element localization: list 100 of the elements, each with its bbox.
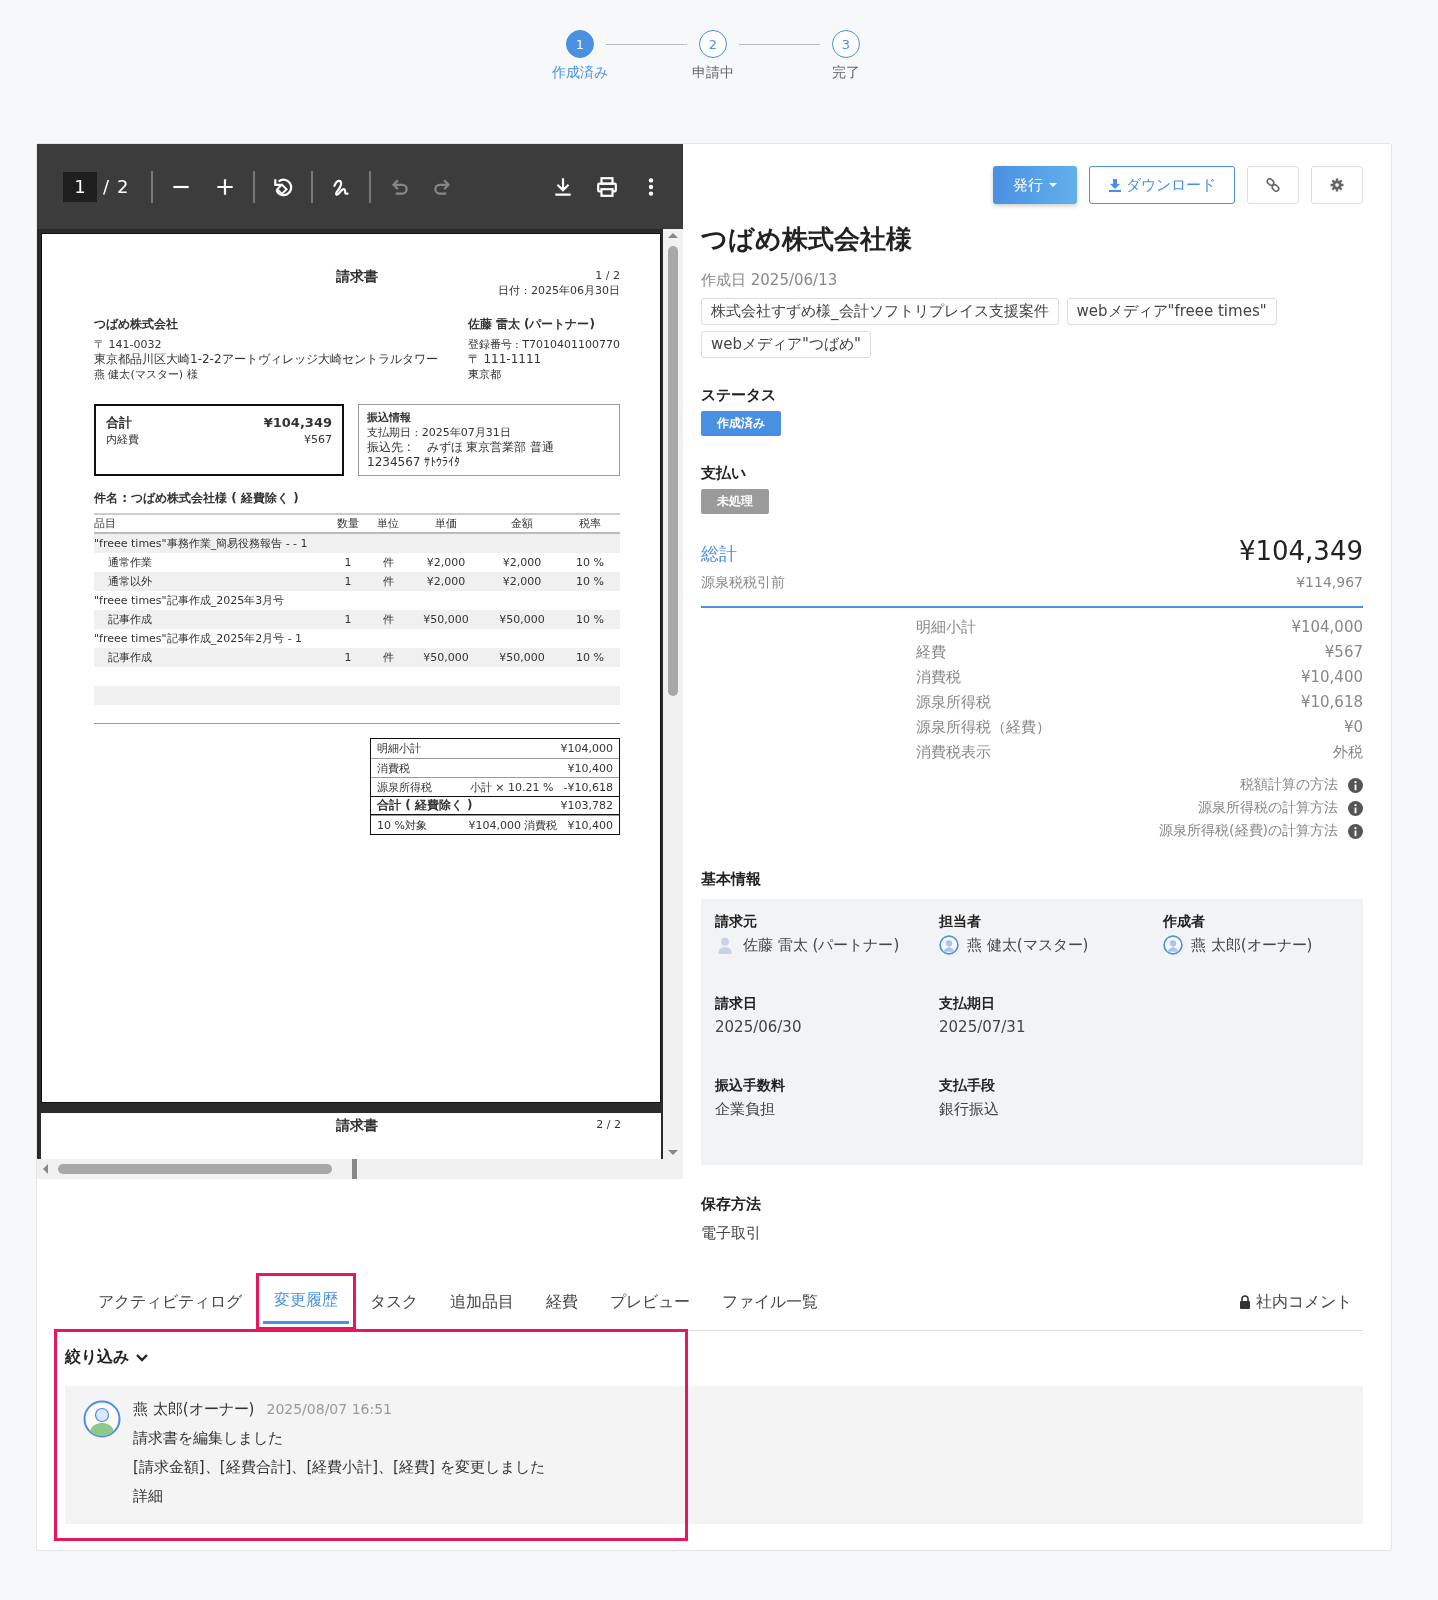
table-cell-text: 記事作成 [107,650,153,665]
table-cell-text: 通常作業 [107,555,153,570]
address-line: 燕 健太(マスター) 様 [94,367,199,382]
bank-info-line: 支払期日 : 2025年07月31日 [367,425,512,440]
field-value: 銀行振込 [939,1099,999,1120]
section-heading: 基本情報 [701,870,762,889]
download-icon [1108,178,1122,192]
page-count: 2 [117,176,129,197]
page-indicator: 2 / 2 [596,1117,621,1132]
page-indicator: 1 / 2 [595,268,620,283]
project-tag[interactable]: webメディア"つばめ" [701,331,871,358]
group-title: "freee times"記事作成_2025年3月号 [94,593,286,608]
client-title: つばめ株式会社様 [701,223,913,256]
summary-value: ¥103,782 [560,799,613,812]
field-label: 支払期日 [939,995,996,1013]
timestamp: 2025/08/07 16:51 [266,1401,392,1417]
table-cell-text: 10 % [575,575,605,588]
summary-label: 合計 ( 経費除く ) [377,797,474,814]
table-cell-text: 件 [381,574,395,589]
settings-button[interactable] [1311,166,1363,204]
filter-toggle[interactable]: 絞り込み [65,1347,149,1368]
pre-tax-amount: ¥114,967 [1296,574,1363,592]
tab[interactable]: ファイル一覧 [711,1273,829,1330]
info-icon [1348,800,1363,816]
step-number: 3 [832,30,860,58]
field-value: 2025/06/30 [715,1017,802,1038]
address-line: 登録番号 : T7010401100770 [467,337,620,352]
table-cell-text: 通常以外 [107,574,153,589]
storage-value: 電子取引 [701,1224,762,1244]
table-cell-text: ¥2,000 [501,556,543,569]
link-icon [1266,178,1280,192]
total-label: 合計 [106,414,132,432]
table-cell-text: ¥2,000 [425,556,467,569]
table-cell-text: 1 [343,651,353,664]
party-name: つばめ株式会社 [94,316,179,333]
project-tag[interactable]: 株式会社すずめ様_会計ソフトリプレイス支援案件 [701,298,1059,325]
page-separator: / [103,176,110,197]
breakdown-label: 経費 [916,643,947,662]
bank-info-title: 振込情報 [367,410,412,425]
chevron-down-icon [135,1352,149,1363]
help-link[interactable]: 源泉所得税の計算方法 [1198,799,1338,817]
pre-tax-label: 源泉税税引前 [701,574,785,592]
link-button[interactable] [1247,166,1299,204]
summary-label: 源泉所得税 [377,779,433,795]
tab[interactable]: 追加品目 [439,1273,525,1330]
tab[interactable]: プレビュー [599,1273,701,1330]
table-cell-text: ¥50,000 [498,613,546,626]
grand-total-amount: ¥104,349 [1238,536,1363,566]
step-label: 作成済み [552,64,608,82]
details-link[interactable]: 詳細 [133,1487,545,1506]
breakdown-label: 消費税 [916,668,962,687]
field-value: 佐藤 雷太 (パートナー) [743,935,900,956]
horizontal-scrollbar[interactable] [37,1159,683,1179]
avatar-icon [83,1400,121,1438]
tab[interactable]: 経費 [535,1273,589,1330]
summary-label: 明細小計 [377,741,422,756]
table-cell-text: 件 [381,612,395,627]
step-label: 完了 [832,64,860,82]
help-link[interactable]: 税額計算の方法 [1240,776,1338,794]
table-cell-text: ¥2,000 [425,575,467,588]
vertical-scrollbar[interactable] [663,229,683,1159]
table-cell-text: 1 [343,556,353,569]
info-icon [1348,777,1363,793]
avatar-icon [1163,935,1183,955]
table-cell-text: 件 [381,555,395,570]
document-title: 請求書 [336,268,378,286]
status-badge: 作成済み [701,411,781,436]
project-tag[interactable]: webメディア"freee times" [1066,298,1277,325]
breakdown-value: ¥104,000 [1291,618,1363,637]
summary-value: ¥10,400 [567,818,613,832]
column-header: 単位 [376,516,400,531]
address-line: 東京都品川区大崎1-2-2アートヴィレッジ大崎セントラルタワー [94,352,439,367]
table-cell-text: 1 [343,613,353,626]
step-label: 申請中 [692,64,734,82]
help-link[interactable]: 源泉所得税(経費)の計算方法 [1159,822,1338,840]
tab[interactable]: 社内コメント [1228,1273,1363,1330]
field-value: 燕 太郎(オーナー) [1191,935,1313,956]
person-icon [715,935,735,955]
avatar-icon [939,935,959,955]
tab[interactable]: タスク [359,1273,429,1330]
history-text: [請求金額]、[経費合計]、[経費小計]、[経費] を変更しました [133,1458,545,1477]
column-header: 数量 [336,516,360,531]
group-title: "freee times"記事作成_2025年2月号 - 1 [94,631,304,646]
status-badge: 未処理 [701,489,769,514]
created-date: 作成日 2025/06/13 [701,271,839,290]
breakdown-value: ¥567 [1323,643,1363,662]
address-line: 〒 111-1111 [467,352,543,367]
breakdown-value: ¥0 [1342,718,1363,737]
field-label: 支払手段 [939,1077,996,1095]
section-heading: ステータス [701,386,777,405]
column-header: 単価 [434,516,458,531]
table-cell-text: 件 [381,650,395,665]
address-line: 〒 141-0032 [94,337,163,352]
tab[interactable]: アクティビティログ [87,1273,253,1330]
breakdown-value: ¥10,618 [1299,693,1363,712]
breakdown-label: 源泉所得税 [916,693,992,712]
summary-label: 10 %対象 [377,817,428,833]
step-number: 2 [699,30,727,58]
summary-value: -¥10,618 [563,780,613,794]
page-number-field[interactable]: 1 [63,171,97,202]
